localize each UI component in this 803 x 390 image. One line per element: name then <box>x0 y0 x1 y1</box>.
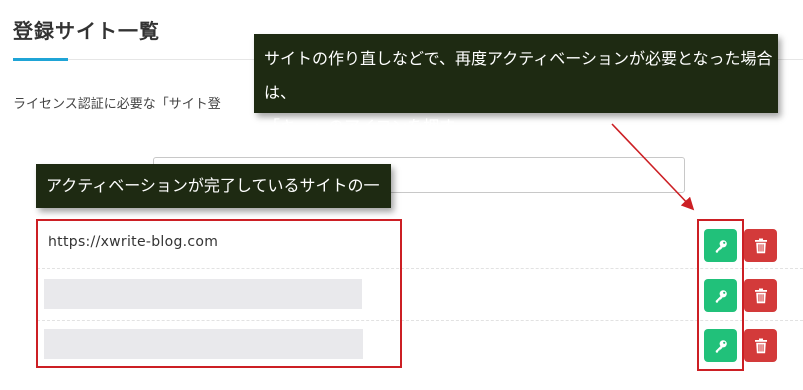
site-url-redacted <box>44 329 363 359</box>
page-title: 登録サイト一覧 <box>13 19 160 43</box>
key-icon <box>715 239 727 253</box>
row-divider <box>37 320 803 321</box>
site-list-callout: アクティベーションが完了しているサイトの一覧 <box>36 164 391 239</box>
delete-site-button[interactable] <box>744 229 777 262</box>
delete-site-button[interactable] <box>744 279 777 312</box>
page-description: ライセンス認証に必要な「サイト登 <box>13 97 221 112</box>
callout-line-1: サイトの作り直しなどで、再度アクティベーションが必要となった場合は、 <box>264 49 773 102</box>
key-icon <box>715 289 727 303</box>
trash-icon <box>754 238 767 253</box>
trash-icon <box>754 288 767 303</box>
trash-icon <box>754 338 767 353</box>
reactivate-key-button[interactable] <box>704 279 737 312</box>
delete-site-button[interactable] <box>744 329 777 362</box>
site-url-text: https://xwrite-blog.com <box>48 234 219 250</box>
reactivate-key-button[interactable] <box>704 229 737 262</box>
reactivate-key-button[interactable] <box>704 329 737 362</box>
callout-line-2: 「キー」のアイコンを押す <box>264 117 456 136</box>
site-url-redacted <box>44 279 362 309</box>
reactivation-callout: サイトの作り直しなどで、再度アクティベーションが必要となった場合は、 「キー」の… <box>254 34 778 136</box>
key-icon <box>715 339 727 353</box>
row-divider <box>37 268 803 269</box>
title-accent-underline <box>13 58 68 61</box>
